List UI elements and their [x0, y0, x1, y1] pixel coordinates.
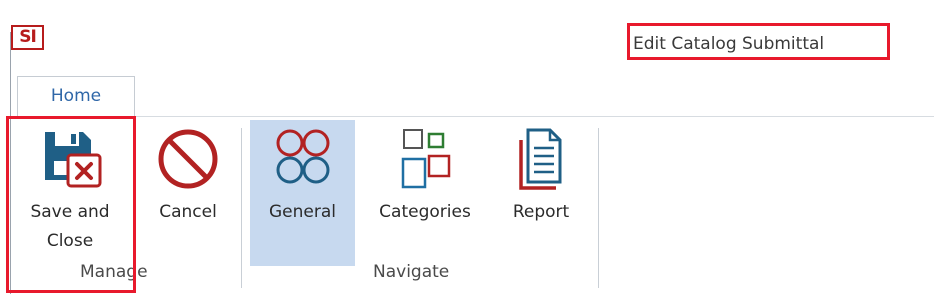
categories-label: Categories — [379, 202, 471, 222]
highlight-box-save-close — [6, 116, 136, 293]
app-logo: SI — [11, 25, 44, 50]
categories-button[interactable]: Categories — [363, 120, 487, 266]
cancel-icon — [155, 126, 221, 202]
general-button[interactable]: General — [250, 120, 355, 266]
general-icon — [273, 126, 333, 198]
ribbon-group-separator — [598, 128, 599, 288]
tab-home[interactable]: Home — [17, 76, 135, 117]
cancel-label: Cancel — [159, 202, 217, 222]
report-label: Report — [512, 202, 570, 222]
categories-icon — [392, 126, 458, 202]
ribbon-group-separator — [241, 128, 242, 288]
cancel-button[interactable]: Cancel — [145, 120, 231, 266]
highlight-box-title — [627, 23, 890, 60]
tab-strip-divider — [135, 116, 934, 117]
report-icon — [516, 126, 566, 202]
general-label: General — [269, 202, 336, 222]
report-button[interactable]: Report — [500, 120, 582, 266]
group-label-navigate: Navigate — [373, 262, 450, 282]
